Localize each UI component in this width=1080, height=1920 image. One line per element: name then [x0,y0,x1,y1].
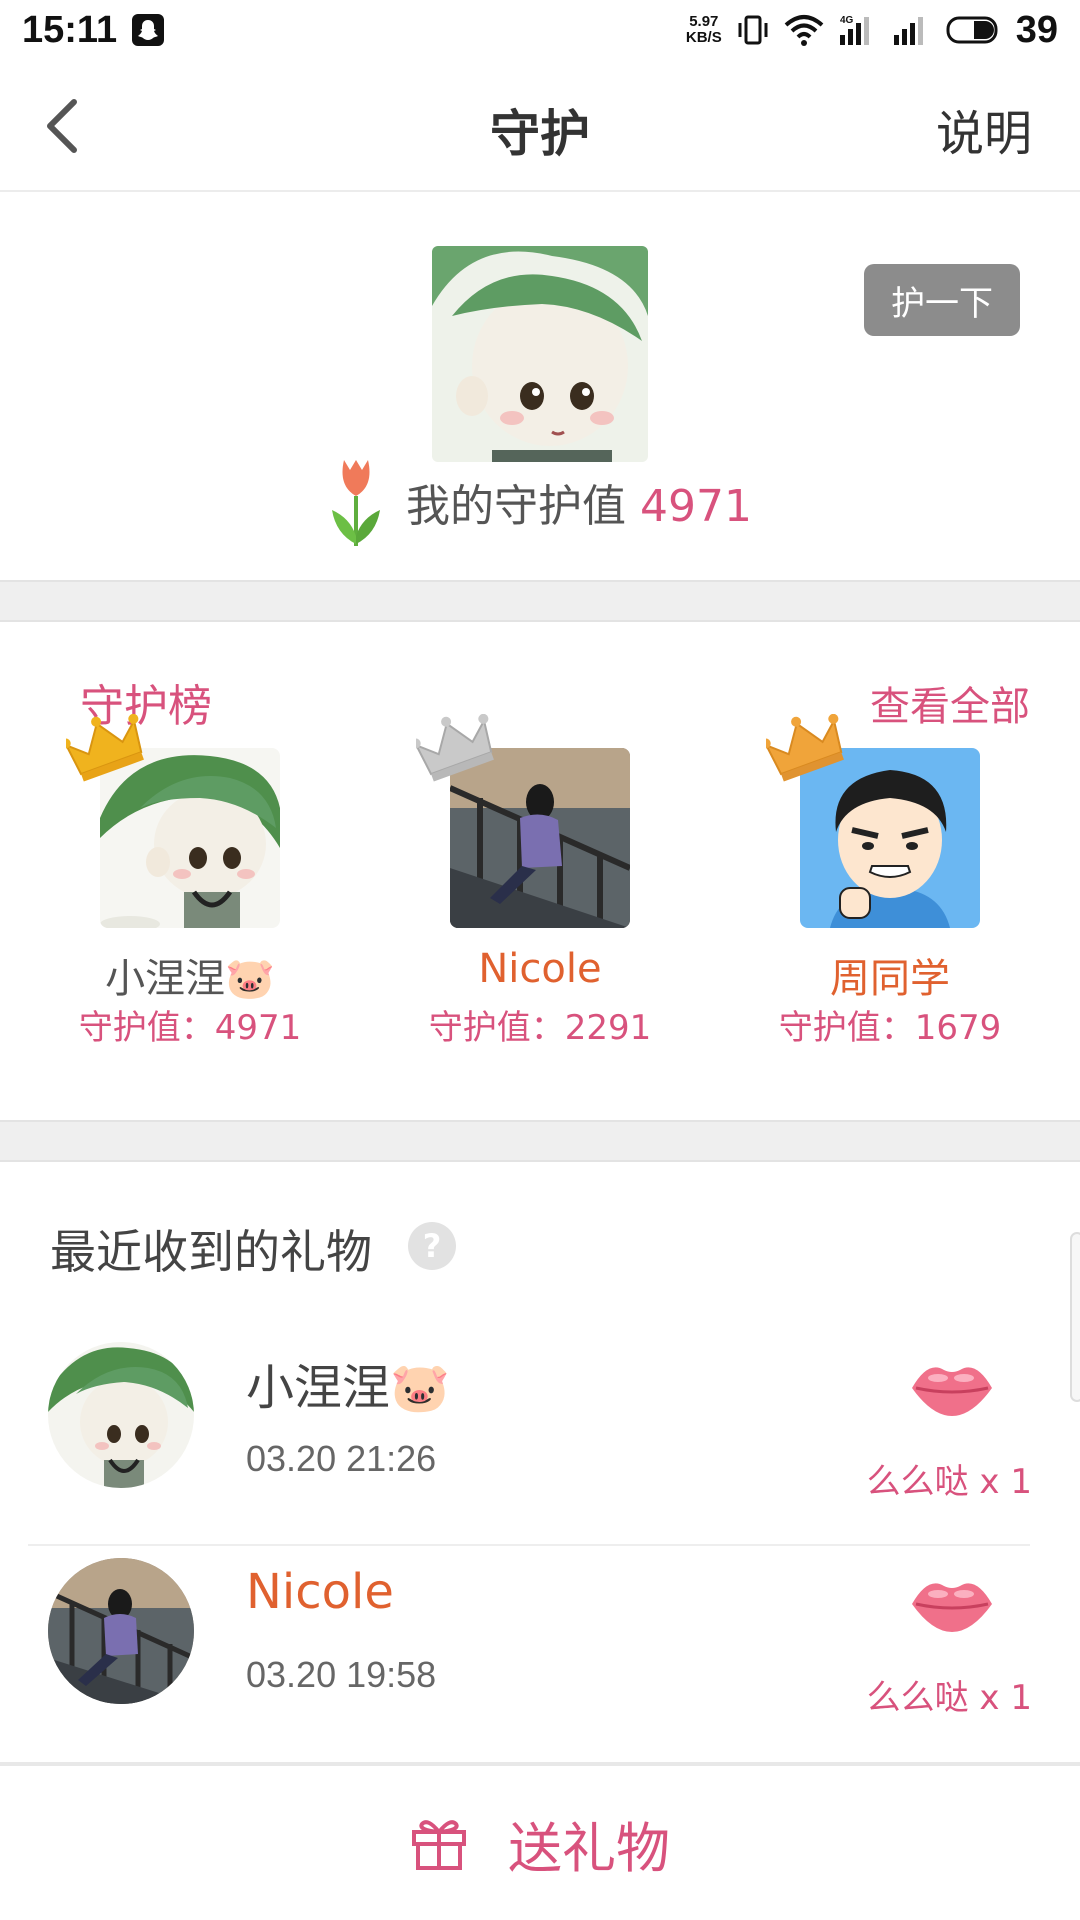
gift-time: 03.20 19:58 [246,1654,437,1695]
help-circle-icon[interactable]: ? [408,1222,456,1270]
rank-score: 守护值：1679 [778,1008,1002,1048]
gift-sender-name: Nicole [246,1564,394,1620]
gift-time: 03.20 21:26 [246,1438,437,1479]
rank-item-3[interactable]: 周同学 守护值：1679 [740,714,1040,1049]
battery-icon [946,16,998,44]
lips-gift-icon [912,1583,992,1632]
help-link[interactable]: 说明 [936,94,1032,164]
profile-section: 护一下 我的守护值 4971 [0,194,1080,580]
guard-rank-section: 守护榜 查看全部 小涅涅🐷 守护值：4971 Nicole 守护值：2291 周… [0,622,1080,1122]
gold-crown-icon [66,714,144,782]
gifts-title: 最近收到的礼物 [50,1225,372,1279]
rank-score: 守护值：4971 [78,1008,302,1048]
svg-text:4G: 4G [840,15,854,26]
signal-4g-icon: 4G [839,15,869,45]
bronze-crown-icon [766,714,844,782]
gift-sender-name: 小涅涅🐷 [246,1360,450,1416]
signal-icon [893,17,923,45]
rank-item-2[interactable]: Nicole 守护值：2291 [390,714,690,1049]
list-divider [28,1544,1030,1546]
send-gift-bar[interactable]: 送礼物 [0,1762,1080,1920]
battery-level: 39 [1015,8,1058,51]
rank-name: 小涅涅🐷 [105,956,275,1002]
profile-avatar[interactable] [432,246,648,462]
send-gift-button[interactable]: 送礼物 [508,1804,670,1883]
section-divider [0,580,1080,622]
rank-item-1[interactable]: 小涅涅🐷 守护值：4971 [40,714,340,1049]
snapchat-icon [132,14,165,46]
status-time: 15:11 [22,8,118,51]
my-guard-value: 我的守护值 4971 [0,456,1080,548]
status-bar: 15:11 5.97 KB/S 4G 39 [0,0,1080,60]
wifi-icon [784,15,824,46]
nav-bar: 守护 说明 [0,60,1080,192]
gift-avatar [48,1558,194,1704]
protect-button[interactable]: 护一下 [864,264,1020,336]
silver-crown-icon [416,714,494,782]
my-value-number: 4971 [640,481,752,532]
gift-count: 么么哒 x 1 [866,1462,1032,1502]
rank-name: 周同学 [830,956,950,1002]
network-speed: 5.97 KB/S [685,13,722,46]
vibrate-icon [738,15,768,45]
rank-score: 守护值：2291 [428,1008,652,1048]
page-title: 守护 [490,105,590,163]
gift-box-icon [412,1820,466,1870]
gift-count: 么么哒 x 1 [866,1678,1032,1718]
recent-gifts-section: 最近收到的礼物 ? 小涅涅🐷 03.20 21:26 么么哒 x 1 Nicol… [0,1162,1080,1762]
section-divider [0,1120,1080,1162]
view-all-link[interactable]: 查看全部 [870,674,1030,732]
rank-name: Nicole [478,946,602,992]
tulip-icon [332,460,380,546]
lips-gift-icon [912,1367,992,1416]
my-value-label: 我的守护值 [406,481,626,532]
gift-avatar [48,1342,194,1488]
